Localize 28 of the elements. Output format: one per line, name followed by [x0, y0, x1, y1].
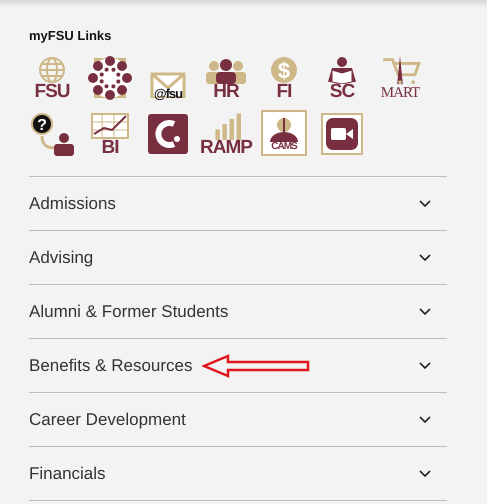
- chevron-icon: [419, 362, 431, 370]
- app-shortcut[interactable]: MART: [377, 54, 423, 100]
- app-shortcut[interactable]: BI: [87, 110, 133, 156]
- chevron-icon: [419, 416, 431, 424]
- chart-icon: [88, 112, 132, 140]
- accordion-header[interactable]: Benefits & Resources: [29, 339, 447, 392]
- app-shortcut[interactable]: @fsu: [145, 54, 191, 100]
- accordion-header[interactable]: Advising: [29, 231, 447, 284]
- chevron-icon: [419, 254, 431, 262]
- video-camera-icon: [320, 112, 364, 156]
- app-shortcut[interactable]: HR: [203, 54, 249, 100]
- section-title: myFSU Links: [29, 28, 112, 43]
- app-shortcut[interactable]: $ FI: [261, 54, 307, 100]
- app-shortcut[interactable]: FSU: [29, 54, 75, 100]
- chevron-icon: [419, 200, 431, 208]
- app-shortcut[interactable]: SC: [319, 54, 365, 100]
- app-shortcut[interactable]: [87, 54, 133, 100]
- app-shortcut[interactable]: CAMS: [261, 110, 307, 156]
- dots-ring-icon: [88, 56, 132, 100]
- app-shortcut[interactable]: [319, 110, 365, 156]
- people-icon: [204, 58, 248, 84]
- accordion-header[interactable]: Admissions: [29, 177, 447, 230]
- chevron-icon: [419, 308, 431, 316]
- accordion-header[interactable]: Career Development: [29, 393, 447, 446]
- accordion-header[interactable]: Alumni & Former Students: [29, 285, 447, 338]
- chevron-icon: [419, 470, 431, 478]
- c-logo-icon: [146, 112, 190, 156]
- accordion-header[interactable]: Financials: [29, 447, 447, 500]
